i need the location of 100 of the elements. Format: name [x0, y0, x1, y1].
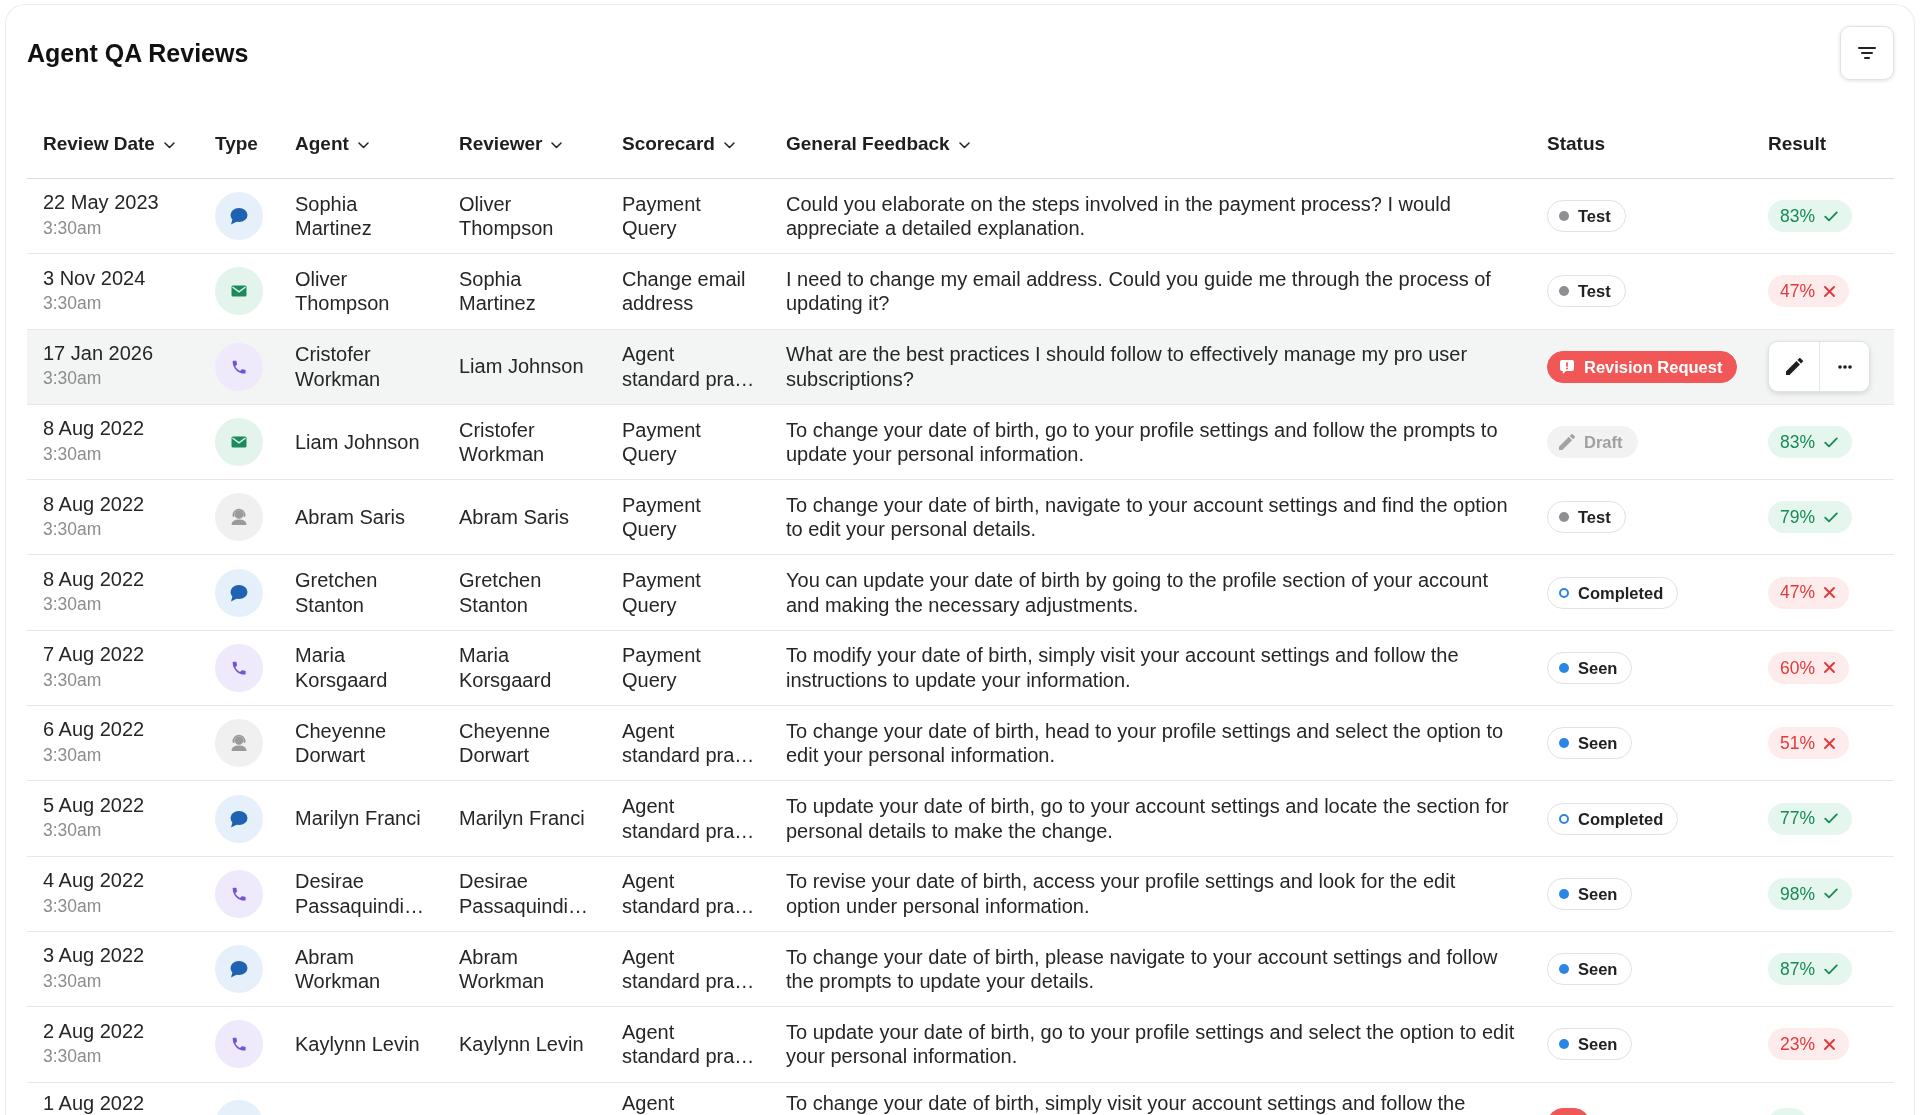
- filter-icon: [1858, 47, 1876, 59]
- table-row[interactable]: 8 Aug 2022 3:30am Liam Johnson Cristofer Workman Payment Query To change your date of birth, go to your profile settings and follow the prompts to update your personal information. Draft 83%: [27, 404, 1894, 480]
- chat-bubble-icon: [215, 794, 263, 843]
- status-dot-icon: [1559, 286, 1569, 297]
- check-icon: [1824, 210, 1839, 222]
- score-value: 77%: [1780, 807, 1816, 831]
- feedback-text: To change your date of birth, head to your profile settings and select the option to edit your personal information.: [786, 718, 1505, 768]
- review-time: 3:30am: [43, 743, 103, 767]
- status-dot-icon: [1559, 888, 1569, 899]
- score-value: 98%: [1780, 882, 1816, 906]
- edit-button[interactable]: [1769, 342, 1819, 392]
- agent-name: Cristofer Workman: [295, 342, 382, 392]
- chat-bubble-icon: [215, 192, 263, 241]
- review-date: 8 Aug 2022: [43, 566, 146, 592]
- status-dot-icon: [1559, 1039, 1569, 1050]
- review-time: 3:30am: [43, 969, 103, 993]
- cross-icon: [1824, 662, 1836, 674]
- check-icon: [1824, 813, 1839, 824]
- reviewer-name: Cheyenne Dorwart: [459, 718, 552, 768]
- table-row[interactable]: 3 Aug 2022 3:30am Abram Workman Abram Workman Agent standard pra… To change your date of birth, please navigate to your account settings and follow the prompts to update your details. Seen 87%: [27, 931, 1894, 1007]
- table-row[interactable]: 6 Aug 2022 3:30am Cheyenne Dorwart Cheyenne Dorwart Agent standard pra… To change your date of birth, head to your profile settings and select the option to edit your personal information. Seen 51%: [27, 705, 1894, 781]
- status-label: Seen: [1578, 959, 1618, 980]
- column-header[interactable]: Reviewer: [459, 133, 563, 155]
- column-header[interactable]: Scorecard: [622, 133, 735, 155]
- phone-icon: [215, 1020, 263, 1069]
- column-header: Result: [1768, 133, 1827, 155]
- review-time: 3:30am: [43, 518, 103, 542]
- phone-icon: [215, 643, 263, 692]
- reviewer-name: Sophia Martinez: [459, 266, 537, 316]
- score-value: 83%: [1780, 204, 1816, 228]
- filter-button[interactable]: [1840, 26, 1894, 80]
- score-value: 23%: [1780, 1033, 1816, 1057]
- table-row[interactable]: 1 Aug 2022 Agent To change your date of birth, simply visit your account settings and follow the: [27, 1082, 1894, 1115]
- chevron-down-icon: [163, 141, 175, 149]
- cross-icon: [1824, 1038, 1836, 1050]
- review-date: 17 Jan 2026: [43, 341, 155, 366]
- cross-icon: [1824, 737, 1836, 749]
- table-row[interactable]: 3 Nov 2024 3:30am Oliver Thompson Sophia Martinez Change email address I need to change my email address. Could you guide me through the process of updating it? Test 47%: [27, 253, 1894, 330]
- review-date: 6 Aug 2022: [43, 717, 146, 742]
- status-label: Seen: [1578, 657, 1618, 678]
- score-value: 47%: [1780, 581, 1816, 605]
- feedback-text: To update your date of birth, go to your account settings and locate the section for personal details to make the change.: [786, 794, 1510, 843]
- phone-icon: [215, 342, 263, 391]
- feedback-text: What are the best practices I should follow to effectively manage my pro user subscriptions?: [786, 342, 1469, 392]
- agent-name: Cheyenne Dorwart: [295, 718, 388, 768]
- scorecard-name: Agent standard pra…: [622, 718, 756, 768]
- reviewer-name: Abram Workman: [459, 944, 546, 994]
- status-dot-icon: [1559, 662, 1569, 673]
- chevron-down-icon: [357, 141, 369, 149]
- column-header[interactable]: Agent: [295, 133, 369, 155]
- review-date: 3 Aug 2022: [43, 943, 146, 968]
- status-label: Draft: [1584, 432, 1623, 453]
- table-row[interactable]: 8 Aug 2022 3:30am Abram Saris Abram Saris Payment Query To change your date of birth, navigate to your account settings and find the option to edit your personal details. Test 79%: [27, 479, 1894, 555]
- status-label: Completed: [1578, 582, 1664, 603]
- score-value: 83%: [1780, 430, 1816, 454]
- status-dot-icon: [1559, 964, 1569, 975]
- cross-icon: [1824, 285, 1836, 297]
- status-dot-icon: [1559, 738, 1569, 749]
- scorecard-name: Payment Query: [622, 643, 702, 693]
- table-row[interactable]: 17 Jan 2026 3:30am Cristofer Workman Liam Johnson Agent standard pra… What are the best practices I should follow to effectively manage my pro user subscriptions? Revision Request: [27, 329, 1894, 405]
- feedback-text: To modify your date of birth, simply visit your account settings and follow the instructions to update your information.: [786, 643, 1460, 693]
- score-value: 79%: [1780, 506, 1816, 530]
- scorecard-name: Payment Query: [622, 492, 702, 542]
- column-header: Type: [215, 133, 258, 155]
- envelope-icon: [215, 418, 263, 467]
- alert-message-icon: [1559, 358, 1575, 375]
- review-time: 3:30am: [43, 593, 103, 617]
- phone-icon: [215, 869, 263, 918]
- review-time: 3:30am: [43, 668, 103, 692]
- table-row[interactable]: 22 May 2023 3:30am Sophia Martinez Oliver Thompson Payment Query Could you elaborate on the steps involved in the payment process? I would appreciate a detailed explanation. Test 83%: [27, 178, 1894, 254]
- column-header[interactable]: General Feedback: [786, 133, 970, 155]
- score-value: 51%: [1780, 731, 1816, 755]
- column-header[interactable]: Review Date: [43, 133, 175, 155]
- agent-name: Liam Johnson: [295, 429, 421, 455]
- scorecard-name: Payment Query: [622, 568, 702, 618]
- status-label: Revision Request: [1584, 356, 1723, 377]
- status-ring-icon: [1559, 813, 1569, 824]
- reviewer-name: Oliver Thompson: [459, 191, 555, 241]
- check-icon: [1824, 436, 1839, 448]
- review-date: 3 Nov 2024: [43, 265, 147, 291]
- status-label: Seen: [1578, 1034, 1618, 1055]
- feedback-text: To change your date of birth, simply visit your account settings and follow the: [786, 1090, 1467, 1115]
- feedback-text: To update your date of birth, go to your profile settings and select the option to edit your personal information.: [786, 1019, 1515, 1069]
- status-label: Test: [1578, 281, 1611, 302]
- check-icon: [1824, 888, 1839, 900]
- headset-person-icon: [215, 493, 263, 542]
- table-row[interactable]: 7 Aug 2022 3:30am Maria Korsgaard Maria Korsgaard Payment Query To modify your date of birth, simply visit your account settings and follow the instructions to update your information. Seen 60%: [27, 630, 1894, 706]
- agent-name: Desirae Passaquindi…: [295, 869, 425, 919]
- table-row[interactable]: 2 Aug 2022 3:30am Kaylynn Levin Kaylynn Levin Agent standard pra… To update your date of birth, go to your profile settings and select the option to edit your personal information. Seen 23%: [27, 1006, 1894, 1083]
- check-icon: [1824, 511, 1839, 523]
- ellipsis-icon: [1837, 364, 1852, 369]
- reviewer-name: Gretchen Stanton: [459, 568, 543, 618]
- table-row[interactable]: 8 Aug 2022 3:30am Gretchen Stanton Gretchen Stanton Payment Query You can update your date of birth by going to the profile section of your account and making the necessary adjustments. Completed 47%: [27, 555, 1894, 631]
- chevron-down-icon: [723, 141, 735, 149]
- reviewer-name: Desirae Passaquindi…: [459, 869, 589, 919]
- status-label: Seen: [1578, 883, 1618, 904]
- agent-name: Gretchen Stanton: [295, 568, 379, 618]
- reviewer-name: Marilyn Franci: [459, 806, 586, 831]
- feedback-text: To change your date of birth, go to your profile settings and follow the prompts to update your personal information.: [786, 417, 1499, 467]
- feedback-text: You can update your date of birth by going to the profile section of your account and making the necessary adjustments.: [786, 568, 1489, 618]
